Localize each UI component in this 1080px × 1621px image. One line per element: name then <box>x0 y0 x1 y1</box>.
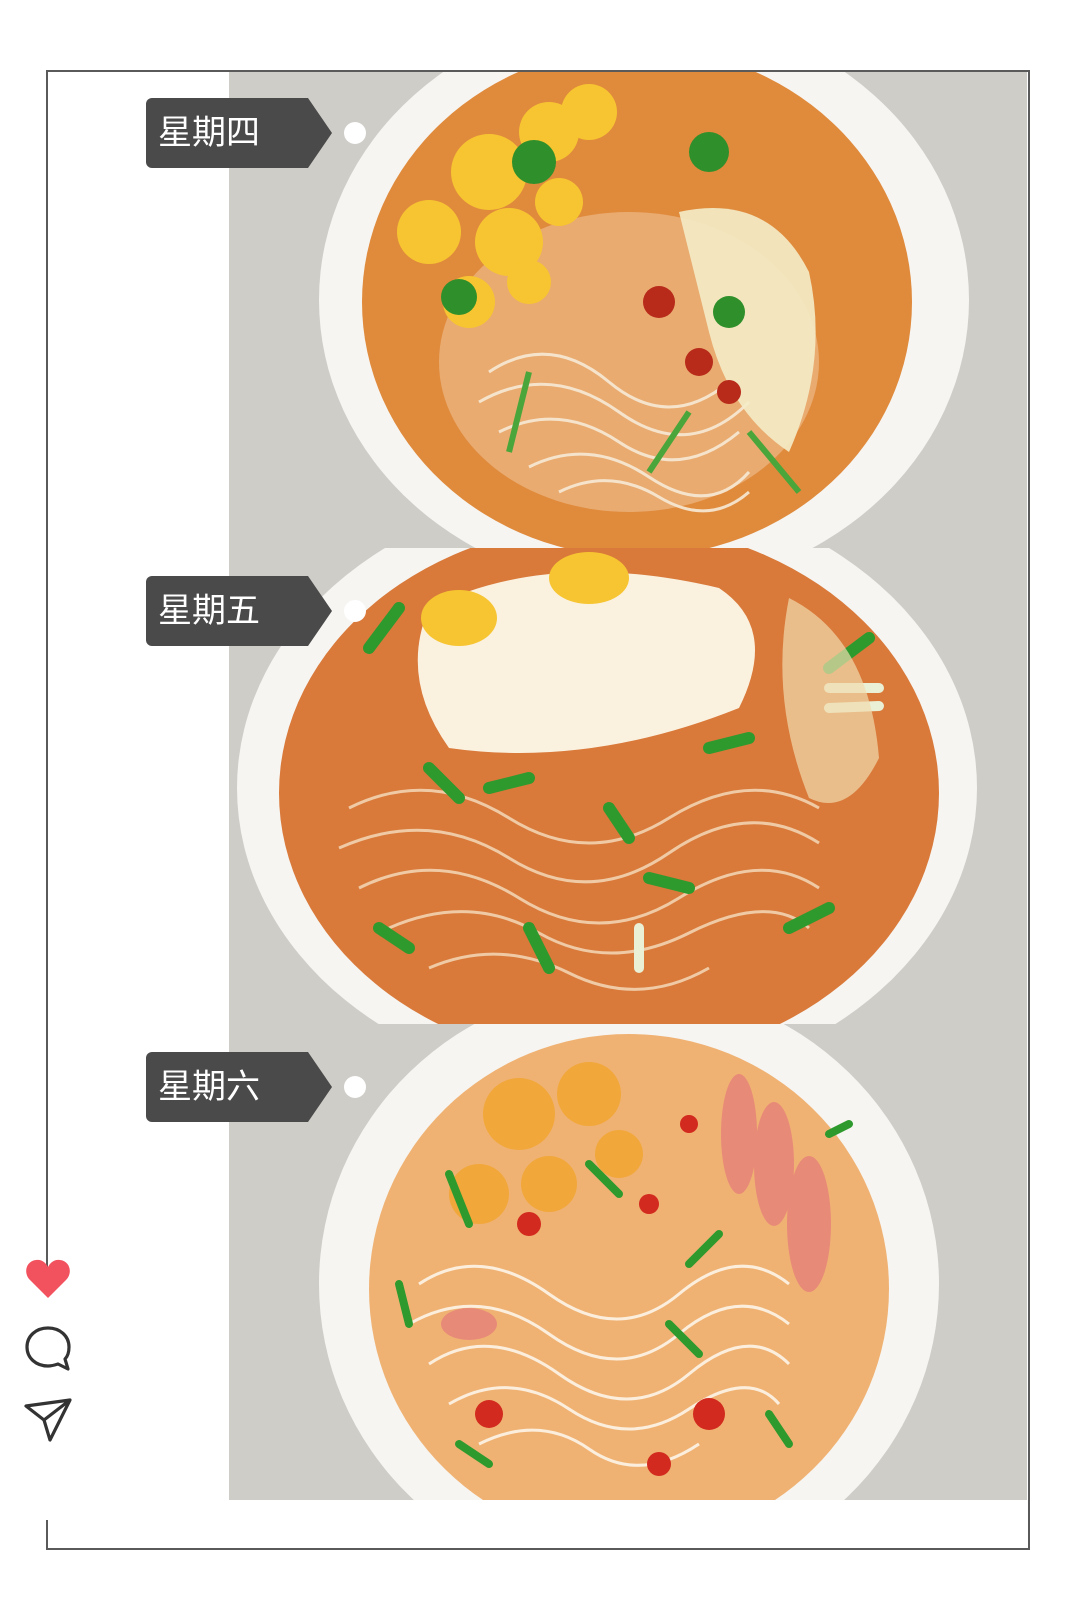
comment-icon[interactable] <box>22 1322 74 1374</box>
day-label-saturday: 星期六 <box>146 1052 332 1122</box>
timeline-dot-saturday <box>344 1076 366 1098</box>
photo-thursday-noodles[interactable] <box>229 72 1027 548</box>
timeline-dot-friday <box>344 600 366 622</box>
send-icon[interactable] <box>22 1394 74 1446</box>
day-label-friday: 星期五 <box>146 576 332 646</box>
frame-left-border-bottom <box>46 1520 48 1550</box>
timeline-dot-thursday <box>344 122 366 144</box>
heart-icon[interactable] <box>22 1252 74 1304</box>
day-label-thursday: 星期四 <box>146 98 332 168</box>
frame-left-border-top <box>46 70 48 1275</box>
